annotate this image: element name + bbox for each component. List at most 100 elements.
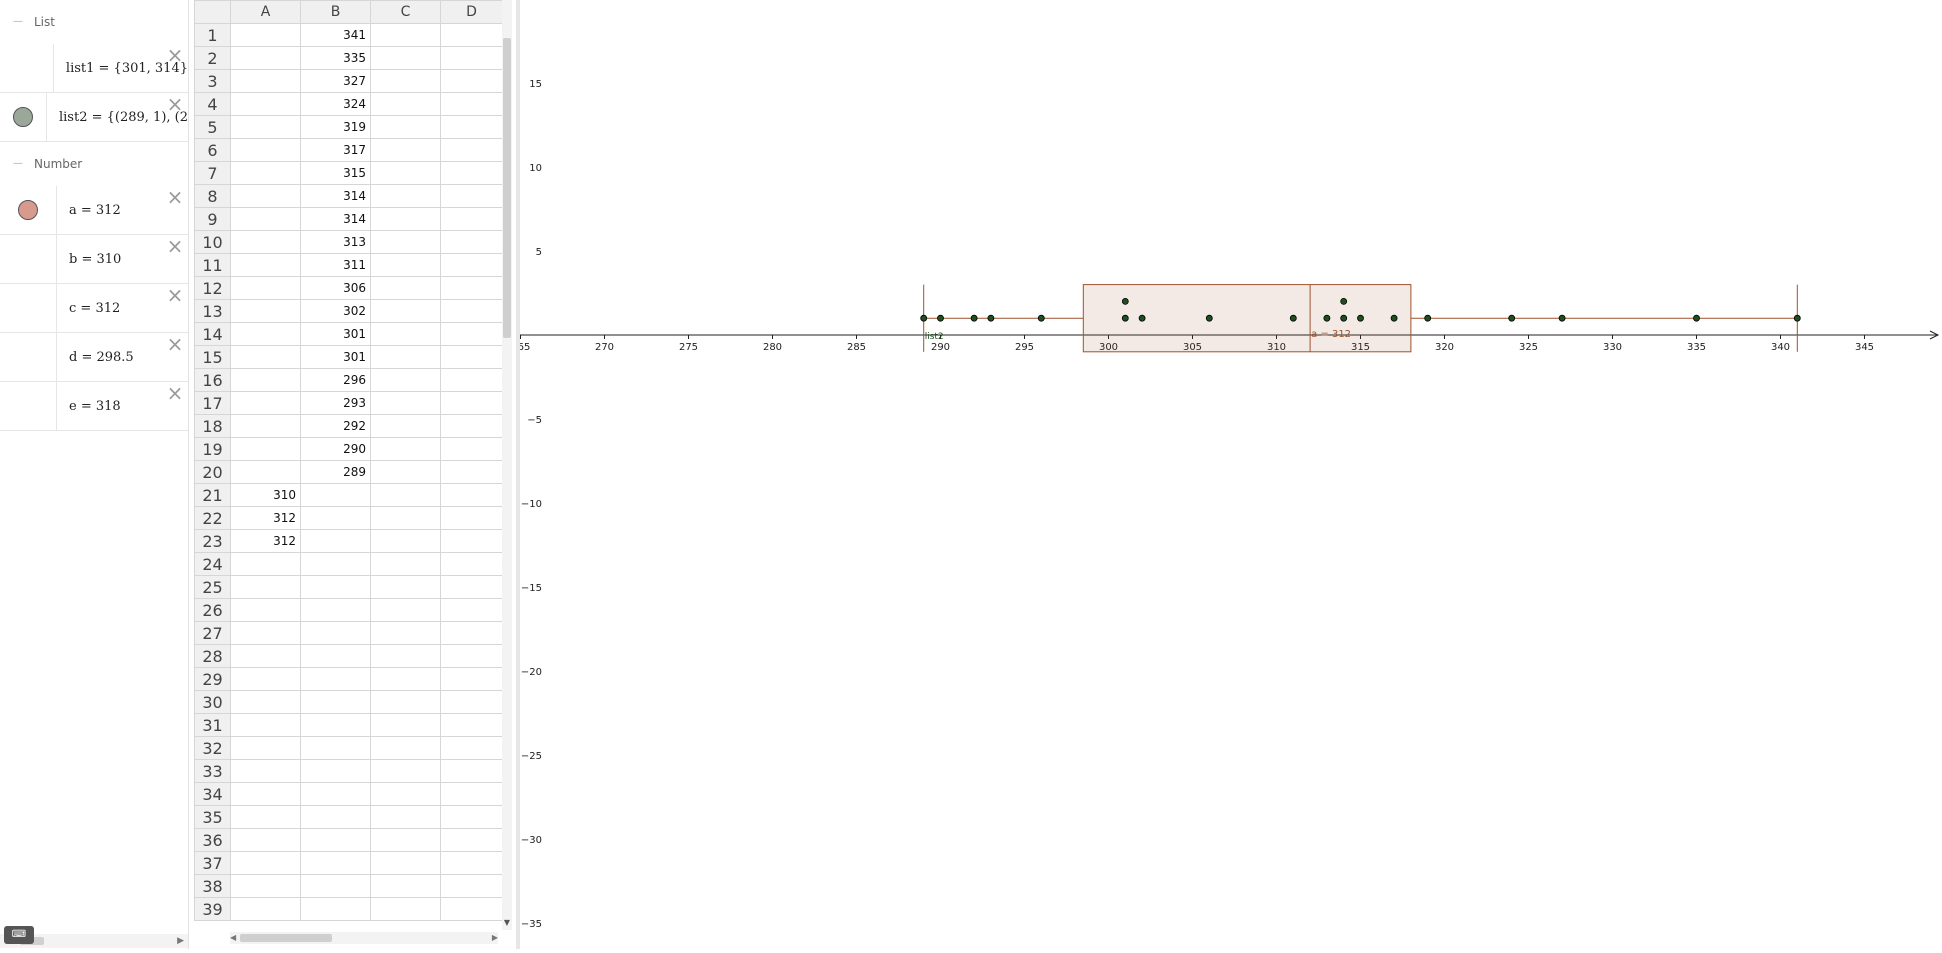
cell-a[interactable] xyxy=(230,552,301,576)
cell-a[interactable] xyxy=(230,391,301,415)
cell-a[interactable] xyxy=(230,736,301,760)
cell-a[interactable] xyxy=(230,92,301,116)
cell-b[interactable] xyxy=(300,552,371,576)
cell-d[interactable] xyxy=(440,69,503,93)
cell-c[interactable] xyxy=(370,184,441,208)
cell-c[interactable] xyxy=(370,805,441,829)
row-header[interactable]: 6 xyxy=(194,138,231,162)
cell-d[interactable] xyxy=(440,207,503,231)
cell-b[interactable] xyxy=(300,621,371,645)
row-header[interactable]: 1 xyxy=(194,23,231,47)
scrollbar-thumb[interactable] xyxy=(240,934,332,942)
cell-c[interactable] xyxy=(370,437,441,461)
cell-d[interactable] xyxy=(440,759,503,783)
row-header[interactable]: 19 xyxy=(194,437,231,461)
cell-d[interactable] xyxy=(440,276,503,300)
cell-b[interactable] xyxy=(300,667,371,691)
row-header[interactable]: 30 xyxy=(194,690,231,714)
cell-c[interactable] xyxy=(370,575,441,599)
cell-a[interactable] xyxy=(230,138,301,162)
cell-d[interactable] xyxy=(440,874,503,898)
cell-a[interactable] xyxy=(230,253,301,277)
cell-b[interactable]: 341 xyxy=(300,23,371,47)
cell-b[interactable]: 319 xyxy=(300,115,371,139)
cell-c[interactable] xyxy=(370,598,441,622)
cell-c[interactable] xyxy=(370,529,441,553)
cell-a[interactable] xyxy=(230,184,301,208)
visibility-toggle[interactable] xyxy=(0,93,47,141)
row-header[interactable]: 15 xyxy=(194,345,231,369)
row-header[interactable]: 31 xyxy=(194,713,231,737)
cell-a[interactable] xyxy=(230,621,301,645)
cell-a[interactable] xyxy=(230,460,301,484)
cell-c[interactable] xyxy=(370,23,441,47)
delete-icon[interactable]: × xyxy=(166,94,184,114)
algebra-expression[interactable]: e = 318 xyxy=(69,399,121,414)
algebra-item-d[interactable]: d = 298.5 × xyxy=(0,333,188,382)
cell-b[interactable]: 317 xyxy=(300,138,371,162)
algebra-expression[interactable]: a = 312 xyxy=(69,203,121,218)
cell-c[interactable] xyxy=(370,851,441,875)
cell-b[interactable] xyxy=(300,805,371,829)
row-header[interactable]: 3 xyxy=(194,69,231,93)
visibility-toggle[interactable] xyxy=(0,235,57,283)
cell-a[interactable] xyxy=(230,161,301,185)
row-header[interactable]: 25 xyxy=(194,575,231,599)
cell-c[interactable] xyxy=(370,621,441,645)
cell-b[interactable]: 335 xyxy=(300,46,371,70)
cell-d[interactable] xyxy=(440,230,503,254)
delete-icon[interactable]: × xyxy=(166,187,184,207)
cell-a[interactable] xyxy=(230,782,301,806)
cell-c[interactable] xyxy=(370,345,441,369)
group-number-header[interactable]: — Number xyxy=(0,142,188,186)
cell-d[interactable] xyxy=(440,897,503,921)
visibility-toggle[interactable] xyxy=(0,284,57,332)
cell-a[interactable] xyxy=(230,644,301,668)
cell-a[interactable] xyxy=(230,575,301,599)
row-header[interactable]: 39 xyxy=(194,897,231,921)
collapse-icon[interactable]: — xyxy=(12,158,24,170)
cell-d[interactable] xyxy=(440,46,503,70)
visibility-toggle[interactable] xyxy=(0,186,57,234)
algebra-expression[interactable]: d = 298.5 xyxy=(69,350,134,365)
cell-d[interactable] xyxy=(440,23,503,47)
cell-d[interactable] xyxy=(440,437,503,461)
cell-c[interactable] xyxy=(370,322,441,346)
cell-b[interactable] xyxy=(300,483,371,507)
cell-b[interactable] xyxy=(300,713,371,737)
cell-d[interactable] xyxy=(440,851,503,875)
group-list-header[interactable]: — List xyxy=(0,0,188,44)
visibility-toggle[interactable] xyxy=(0,382,57,430)
algebra-item-a[interactable]: a = 312 × xyxy=(0,186,188,235)
column-header-c[interactable]: C xyxy=(370,0,441,24)
cell-d[interactable] xyxy=(440,92,503,116)
cell-a[interactable] xyxy=(230,598,301,622)
cell-c[interactable] xyxy=(370,828,441,852)
row-header[interactable]: 28 xyxy=(194,644,231,668)
cell-c[interactable] xyxy=(370,713,441,737)
cell-c[interactable] xyxy=(370,460,441,484)
collapse-icon[interactable]: — xyxy=(12,16,24,28)
cell-a[interactable] xyxy=(230,322,301,346)
cell-d[interactable] xyxy=(440,368,503,392)
cell-b[interactable] xyxy=(300,897,371,921)
cell-b[interactable] xyxy=(300,874,371,898)
cell-a[interactable] xyxy=(230,115,301,139)
cell-d[interactable] xyxy=(440,161,503,185)
cell-a[interactable] xyxy=(230,828,301,852)
row-header[interactable]: 18 xyxy=(194,414,231,438)
cell-c[interactable] xyxy=(370,368,441,392)
cell-d[interactable] xyxy=(440,345,503,369)
cell-b[interactable] xyxy=(300,598,371,622)
row-header[interactable]: 22 xyxy=(194,506,231,530)
algebra-expression[interactable]: c = 312 xyxy=(69,301,120,316)
cell-c[interactable] xyxy=(370,736,441,760)
row-header[interactable]: 5 xyxy=(194,115,231,139)
cell-d[interactable] xyxy=(440,552,503,576)
cell-d[interactable] xyxy=(440,115,503,139)
scrollbar-thumb[interactable] xyxy=(503,38,511,338)
cell-b[interactable] xyxy=(300,782,371,806)
row-header[interactable]: 38 xyxy=(194,874,231,898)
cell-c[interactable] xyxy=(370,414,441,438)
cell-c[interactable] xyxy=(370,759,441,783)
